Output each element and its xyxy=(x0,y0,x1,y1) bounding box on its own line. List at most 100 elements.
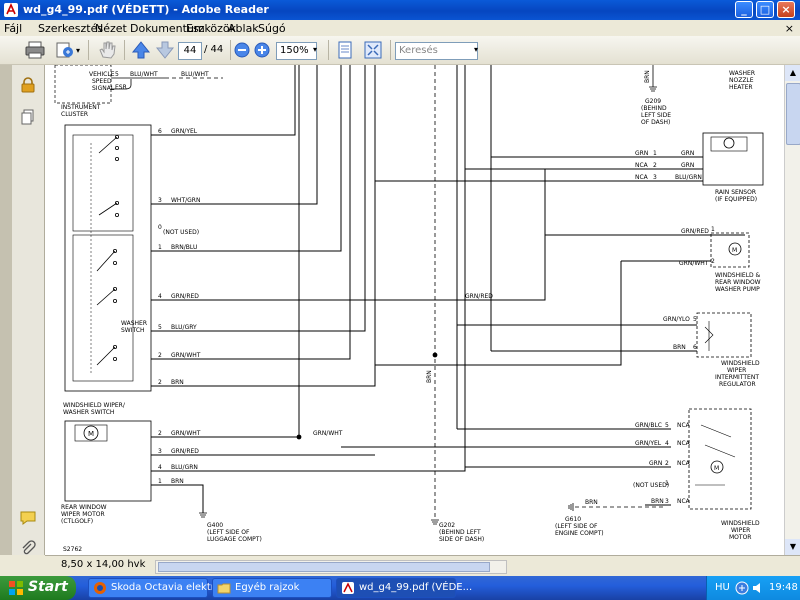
toolbar-separator xyxy=(124,40,125,60)
wire-color-label: GRN/WHT xyxy=(171,430,201,437)
start-label: Start xyxy=(28,579,68,595)
wire-color-label: BRN xyxy=(585,499,598,506)
wire-color-label: GRN/RED xyxy=(681,228,709,235)
pin-label: 3 xyxy=(158,448,162,455)
menu-file[interactable]: Fájl xyxy=(4,22,22,35)
pin-label: 1 xyxy=(158,478,162,485)
next-page-icon[interactable] xyxy=(154,39,176,61)
pin-label: 0 xyxy=(158,224,162,231)
start-button[interactable]: Start xyxy=(0,576,76,600)
wire-color-label: BRN xyxy=(426,370,433,383)
wire-color-label: BLU/GRY xyxy=(171,324,197,331)
menu-help[interactable]: Súgó xyxy=(258,22,286,35)
wiring-diagram: VEHICLE SPEED SIGNAL 5 ESR BLU/WHT BLU/WHT… xyxy=(45,65,784,555)
search-input[interactable]: Keresés xyxy=(395,42,478,60)
padlock-icon[interactable] xyxy=(20,77,36,93)
motor-symbol: M xyxy=(88,430,94,438)
taskbar-item-adobe-reader[interactable]: wd_g4_99.pdf (VÉDE... xyxy=(336,578,472,598)
taskbar-item-label: wd_g4_99.pdf (VÉDE... xyxy=(359,582,473,593)
scroll-down-icon[interactable]: ▼ xyxy=(785,539,800,555)
not-used-label: (NOT USED) xyxy=(163,229,199,236)
wire-color-label: BLU/GRN xyxy=(171,464,198,471)
close-button[interactable]: × xyxy=(777,1,795,18)
printer-icon[interactable] xyxy=(24,39,46,61)
vertical-scrollbar[interactable]: ▲ ▼ xyxy=(784,65,800,555)
pdf-icon xyxy=(342,582,354,594)
clock[interactable]: 19:48 xyxy=(769,582,798,593)
pin-label: 5 xyxy=(665,422,669,429)
title-bar[interactable]: wd_g4_99.pdf (VÉDETT) - Adobe Reader _ □… xyxy=(0,0,800,20)
wire-color-label: GRN/YEL xyxy=(635,440,662,447)
pin-label: 5 xyxy=(693,316,697,323)
wire-color-label: GRN/RED xyxy=(171,448,199,455)
firefox-icon xyxy=(94,582,106,594)
motor-symbol: M xyxy=(714,465,719,472)
network-icon[interactable] xyxy=(735,581,749,595)
zoom-dropdown-icon[interactable]: ▾ xyxy=(313,45,317,54)
prev-page-icon[interactable] xyxy=(130,39,152,61)
menu-view[interactable]: Nézet xyxy=(95,22,127,35)
horizontal-scrollbar[interactable] xyxy=(155,560,507,574)
adobe-reader-icon xyxy=(4,3,18,17)
taskbar-item-folder[interactable]: Egyéb rajzok xyxy=(212,578,332,598)
pin-label: 3 xyxy=(665,498,669,505)
nca-label: NCA xyxy=(677,498,691,505)
wire-color-label: BLU/GRN xyxy=(675,174,702,181)
fullscreen-icon[interactable] xyxy=(362,39,384,61)
hand-tool-icon[interactable] xyxy=(96,39,118,61)
document-view[interactable]: VEHICLE SPEED SIGNAL 5 ESR BLU/WHT BLU/WHT… xyxy=(45,65,784,555)
wire-color-label: GRN/WHT xyxy=(171,352,201,359)
toolbar: ▾ 44 / 44 150% ▾ Keresés ▾ xyxy=(0,36,800,65)
menu-window[interactable]: Ablak xyxy=(228,22,259,35)
rain-sensor-label: RAIN SENSOR (IF EQUIPPED) xyxy=(715,189,757,203)
zoom-level-input[interactable]: 150% xyxy=(276,42,317,60)
toolbar-separator xyxy=(88,40,89,60)
attachments-icon[interactable] xyxy=(20,540,36,556)
wire-color-label: BLU/WHT xyxy=(181,71,209,78)
motor-symbol: M xyxy=(732,247,737,254)
language-indicator[interactable]: HU xyxy=(715,582,730,593)
window-title: wd_g4_99.pdf (VÉDETT) - Adobe Reader xyxy=(23,3,269,16)
page-size-label: 8,50 x 14,00 hvk xyxy=(61,559,146,570)
pin-label: 2 xyxy=(158,430,162,437)
wire-color-label: BRN xyxy=(171,379,184,386)
pages-icon[interactable] xyxy=(20,109,36,125)
fit-page-icon[interactable] xyxy=(334,39,356,61)
zoom-in-icon[interactable] xyxy=(254,42,270,58)
status-bar: 8,50 x 14,00 hvk xyxy=(45,555,800,577)
horizontal-scroll-thumb[interactable] xyxy=(158,562,490,572)
wire-color-label: BRN xyxy=(673,344,686,351)
volume-icon[interactable] xyxy=(751,581,765,595)
close-document-button[interactable]: × xyxy=(785,22,794,35)
nca-label: NCA xyxy=(677,460,691,467)
esr-label: ESR xyxy=(115,84,127,91)
wire-color-label: GRN xyxy=(649,460,662,467)
wire-color-label: GRN/WHT xyxy=(679,260,709,267)
share-icon[interactable] xyxy=(54,39,76,61)
wire-color-label: BRN/BLU xyxy=(171,244,197,251)
regulator-label: WINDSHIELD WIPER INTERMITTENT REGULATOR xyxy=(715,360,760,388)
maximize-button[interactable]: □ xyxy=(756,1,774,18)
wire-color-label: GRN/YEL xyxy=(171,128,198,135)
pin-label: 1 xyxy=(158,244,162,251)
scroll-thumb[interactable] xyxy=(786,83,800,145)
wire-color-label: BLU/WHT xyxy=(130,71,158,78)
wire-color-label: GRN xyxy=(681,150,694,157)
scroll-up-icon[interactable]: ▲ xyxy=(785,65,800,81)
pin-label: 3 xyxy=(653,174,657,181)
taskbar-item-firefox[interactable]: Skoda Octavia elektr... xyxy=(88,578,224,598)
adobe-reader-window: wd_g4_99.pdf (VÉDETT) - Adobe Reader _ □… xyxy=(0,0,800,577)
minimize-button[interactable]: _ xyxy=(735,1,753,18)
share-dropdown-icon[interactable]: ▾ xyxy=(76,46,80,55)
zoom-out-icon[interactable] xyxy=(234,42,250,58)
comments-icon[interactable] xyxy=(20,510,36,526)
search-dropdown-icon[interactable]: ▾ xyxy=(474,45,478,54)
panel-edge xyxy=(0,65,12,555)
menu-bar: Fájl Szerkesztés Nézet Dokumentum Eszköz… xyxy=(0,20,800,37)
wire-color-label: GRN/BLC xyxy=(635,422,662,429)
wire-color-label: NCA xyxy=(635,174,649,181)
wire-color-label: (NOT USED) xyxy=(633,482,669,489)
menu-edit[interactable]: Szerkesztés xyxy=(38,22,103,35)
windows-logo-icon xyxy=(9,581,23,595)
page-number-input[interactable]: 44 xyxy=(178,42,202,60)
